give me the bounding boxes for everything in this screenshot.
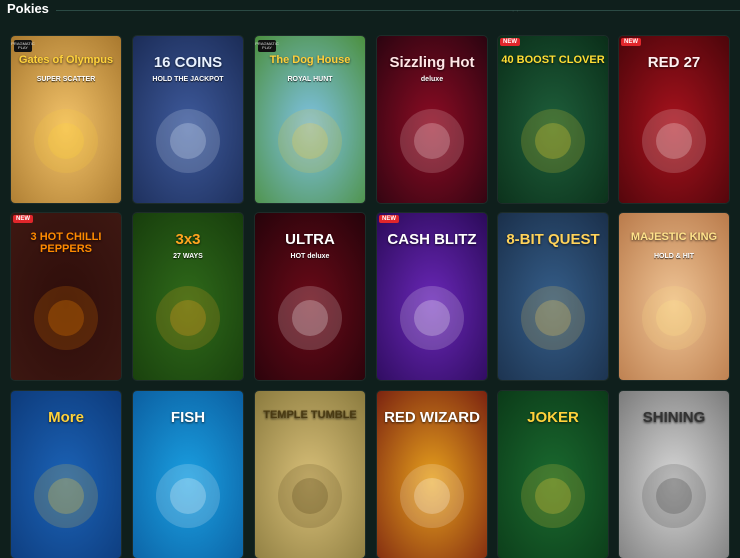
provider-logo: PRAGMATIC PLAY [11, 40, 35, 52]
game-title: CASH BLITZ [387, 231, 477, 248]
game-title: 3x3 [175, 231, 201, 248]
game-subtitle: HOT deluxe [290, 253, 330, 260]
new-badge: NEW [13, 215, 33, 223]
new-badge: NEW [379, 215, 399, 223]
new-badge: NEW [621, 38, 641, 46]
game-tile[interactable]: ULTRA HOT deluxe [255, 213, 365, 380]
game-title: TEMPLE TUMBLE [263, 409, 357, 421]
game-title: ULTRA [285, 231, 335, 248]
game-subtitle: HOLD THE JACKPOT [152, 76, 224, 83]
new-badge: NEW [500, 38, 520, 46]
pokies-header: Pokies ∙∙ [0, 0, 740, 20]
game-title: RED 27 [647, 54, 701, 71]
game-tile[interactable]: 40 BOOST CLOVER NEW [498, 36, 608, 203]
game-title: 40 BOOST CLOVER [501, 54, 605, 66]
game-title: The Dog House [269, 54, 351, 66]
game-tile[interactable]: JOKER [498, 391, 608, 558]
game-tile[interactable]: Gates of Olympus SUPER SCATTER PRAGMATIC P… [11, 36, 121, 203]
section-title: Pokies [7, 1, 49, 16]
header-dots: ∙∙ [512, 6, 521, 15]
game-tile[interactable]: FISH [133, 391, 243, 558]
game-title: 8-BIT QUEST [506, 231, 600, 248]
game-tile[interactable]: MAJESTIC KING HOLD & HIT [619, 213, 729, 380]
game-title: MAJESTIC KING [630, 231, 718, 243]
provider-logo: PRAGMATIC PLAY [255, 40, 279, 52]
game-tile[interactable]: 8-BIT QUEST [498, 213, 608, 380]
game-tile[interactable]: CASH BLITZ NEW [377, 213, 487, 380]
game-title: FISH [170, 409, 206, 426]
game-subtitle: ROYAL HUNT [287, 76, 333, 83]
game-subtitle: deluxe [420, 76, 444, 83]
game-tile[interactable]: 3 HOT CHILLI PEPPERS NEW [11, 213, 121, 380]
game-subtitle: 27 WAYS [173, 253, 203, 260]
game-tile[interactable]: SHINING [619, 391, 729, 558]
game-title: Sizzling Hot [389, 54, 475, 71]
game-title: SHINING [642, 409, 706, 426]
game-title: JOKER [527, 409, 579, 426]
game-title: More [48, 409, 84, 426]
game-tile[interactable]: 3x3 27 WAYS [133, 213, 243, 380]
game-tile[interactable]: RED WIZARD [377, 391, 487, 558]
game-title: Gates of Olympus [18, 54, 114, 66]
game-tile[interactable]: More [11, 391, 121, 558]
game-title: 16 COINS [153, 54, 223, 71]
game-tile[interactable]: 16 COINS HOLD THE JACKPOT [133, 36, 243, 203]
header-divider [56, 10, 740, 11]
game-subtitle: HOLD & HIT [653, 253, 695, 260]
game-tile[interactable]: RED 27 NEW [619, 36, 729, 203]
game-title: 3 HOT CHILLI PEPPERS [30, 231, 102, 255]
game-tile[interactable]: TEMPLE TUMBLE [255, 391, 365, 558]
game-title: RED WIZARD [384, 409, 480, 426]
game-tile[interactable]: The Dog House ROYAL HUNT PRAGMATIC PLAY [255, 36, 365, 203]
game-tile[interactable]: Sizzling Hot deluxe [377, 36, 487, 203]
game-subtitle: SUPER SCATTER [36, 76, 96, 83]
